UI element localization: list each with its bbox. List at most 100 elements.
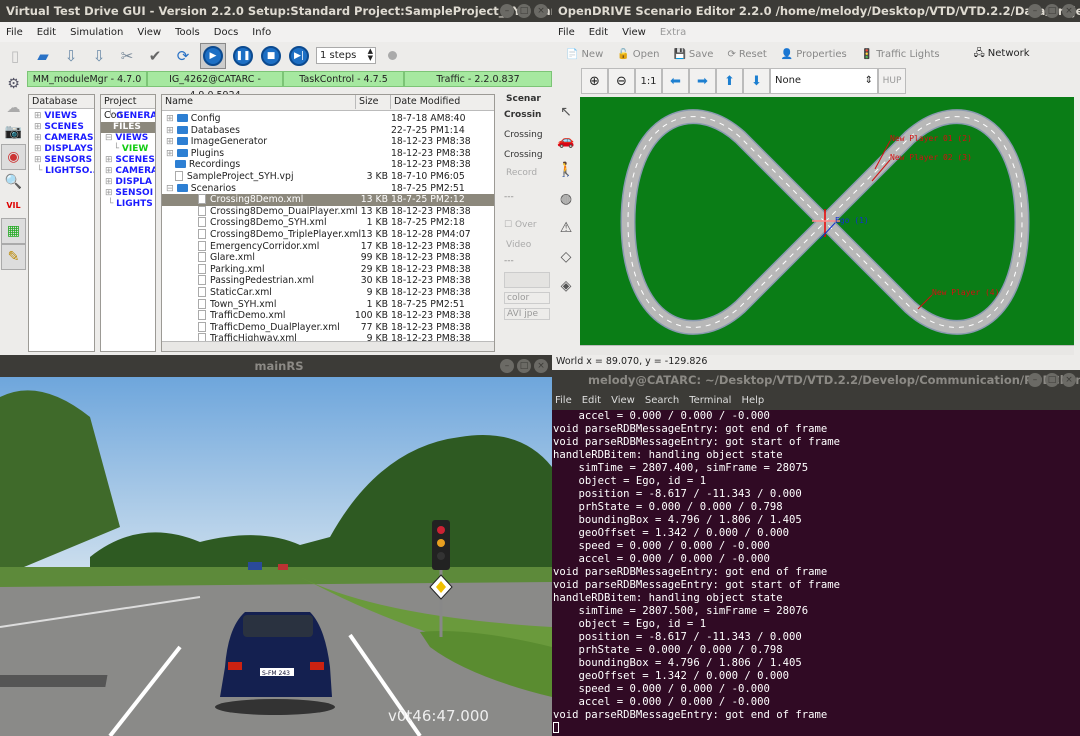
notes-icon[interactable]: ✎ (1, 244, 26, 270)
steps-spinbox[interactable]: 1 steps ▲ ▼ (316, 47, 376, 64)
player-label[interactable]: New Player 02 (3) (890, 153, 972, 162)
col-size[interactable]: Size (355, 95, 379, 109)
vtd-menu-docs[interactable]: Docs (214, 27, 239, 38)
terminal-menu-search[interactable]: Search (645, 395, 679, 406)
video-button[interactable] (504, 272, 550, 288)
player-label[interactable]: Ego (1) (835, 216, 869, 225)
file-row[interactable]: ⊞ Plugins 18-12-23 PM8:38 (162, 148, 494, 160)
pan-down-button[interactable]: ⬇ (743, 68, 770, 94)
toolbar-reset-button[interactable]: ⟳ Reset (727, 49, 766, 60)
terminal-menu-help[interactable]: Help (741, 395, 764, 406)
terminal-output[interactable]: accel = 0.000 / 0.000 / -0.000 void parse… (552, 410, 1080, 736)
pedestrian-tool-icon[interactable]: 🚶 (552, 156, 580, 185)
file-hscrollbar[interactable] (162, 341, 494, 351)
sensor-icon[interactable]: ◉ (1, 144, 26, 170)
project-item[interactable]: └ VIEW (105, 144, 155, 155)
file-row[interactable]: StaticCar.xml 9 KB 18-12-23 PM8:38 (162, 286, 494, 299)
database-item[interactable]: ⊞ SCENES (34, 122, 94, 133)
player-label[interactable]: New Player (4) (932, 288, 999, 297)
project-item[interactable]: FILES (101, 122, 155, 133)
editor-menu-view[interactable]: View (622, 27, 646, 38)
file-row[interactable]: Crossing8Demo_DualPlayer.xml 13 KB 18-12-2… (162, 205, 494, 218)
select-tool-icon[interactable]: ↖ (552, 98, 580, 127)
col-name[interactable]: Name (165, 95, 193, 109)
database-item[interactable]: └ LIGHTSO.. (34, 166, 94, 177)
terminal-menu-file[interactable]: File (555, 395, 572, 406)
toolbar-save-button[interactable]: 💾 Save (673, 49, 713, 60)
cloud-icon[interactable]: ☁ (1, 96, 26, 120)
refresh-icon[interactable]: ⟳ (172, 45, 194, 67)
file-row[interactable]: Glare.xml 99 KB 18-12-23 PM8:38 (162, 252, 494, 264)
maximize-button[interactable]: □ (1045, 4, 1059, 18)
stop-icon[interactable]: ■ (260, 45, 282, 67)
vil-icon[interactable]: VIL (1, 194, 26, 218)
file-row[interactable]: Crossing8Demo.xml 13 KB 18-7-25 PM2:12 (162, 194, 494, 206)
overwrite-checkbox[interactable]: ☐ Over (504, 220, 550, 230)
maximize-button[interactable]: □ (517, 359, 531, 373)
vtd-menu-view[interactable]: View (137, 27, 161, 38)
project-item[interactable]: └ GENERA (105, 111, 155, 122)
editor-menu-file[interactable]: File (558, 27, 575, 38)
file-row[interactable]: ⊞ ImageGenerator 18-12-23 PM8:38 (162, 136, 494, 148)
new-icon[interactable]: ▯ (4, 45, 26, 67)
file-row[interactable]: Crossing8Demo_TriplePlayer.xml 13 KB 18-12… (162, 228, 494, 241)
pause-icon[interactable]: ❚❚ (232, 45, 254, 67)
file-row[interactable]: SampleProject_SYH.vpj 3 KB 18-7-10 PM6:05 (162, 170, 494, 183)
maximize-button[interactable]: □ (517, 4, 531, 18)
color-field[interactable]: color (504, 292, 550, 304)
project-item[interactable]: └ LIGHTS (105, 199, 155, 210)
warning-tool-icon[interactable]: ⚠ (552, 214, 580, 243)
save-as-icon[interactable]: ⇩ (88, 45, 110, 67)
open-icon[interactable]: ▰ (32, 45, 54, 67)
col-date[interactable]: Date Modified (390, 95, 460, 109)
zoom-in-button[interactable]: ⊕ (581, 68, 608, 94)
file-row[interactable]: EmergencyCorridor.xml 17 KB 18-12-23 PM8:3… (162, 240, 494, 253)
minimize-button[interactable]: – (500, 4, 514, 18)
vtd-menu-info[interactable]: Info (252, 27, 271, 38)
codec-field[interactable]: AVI jpe (504, 308, 550, 320)
vtd-menu-file[interactable]: File (6, 27, 23, 38)
project-item[interactable]: ⊞ SENSOI (105, 188, 155, 199)
curve-tool-icon[interactable]: ◈ (552, 272, 580, 301)
minimize-button[interactable]: – (500, 359, 514, 373)
database-item[interactable]: ⊞ CAMERAS (34, 133, 94, 144)
editor-menu-edit[interactable]: Edit (589, 27, 608, 38)
play-icon[interactable]: ▶ (200, 42, 226, 69)
player-label[interactable]: New Player 01 (2) (890, 134, 972, 143)
project-item[interactable]: ⊞ SCENES (105, 155, 155, 166)
file-row[interactable]: TrafficDemo.xml 100 KB 18-12-23 PM8:38 (162, 310, 494, 322)
project-item[interactable]: ⊞ DISPLA (105, 177, 155, 188)
file-row[interactable]: Parking.xml 29 KB 18-12-23 PM8:38 (162, 263, 494, 276)
zoom-out-button[interactable]: ⊖ (608, 68, 635, 94)
file-row[interactable]: ⊟ Scenarios 18-7-25 PM2:51 (162, 183, 494, 195)
toolbar-network-button[interactable]: 🖧 Network (974, 46, 1030, 63)
save-icon[interactable]: ⇩ (60, 45, 82, 67)
fork-tool-icon[interactable]: ◇ (552, 243, 580, 272)
project-item[interactable]: ⊞ CAMERA (105, 166, 155, 177)
lights-icon[interactable]: ▦ (1, 218, 26, 244)
file-row[interactable]: Town_SYH.xml 1 KB 18-7-25 PM2:51 (162, 298, 494, 311)
editor-menu-extra[interactable]: Extra (660, 27, 686, 38)
car-tool-icon[interactable]: 🚗 (552, 127, 580, 156)
camera-icon[interactable]: 📷 (1, 120, 26, 144)
view-select[interactable]: None ⇕ (770, 68, 878, 94)
close-button[interactable]: × (1062, 4, 1076, 18)
file-row[interactable]: ⊞ Databases 22-7-25 PM1:14 (162, 125, 494, 137)
terminal-menu-view[interactable]: View (611, 395, 635, 406)
file-row[interactable]: TrafficDemo_DualPlayer.xml 77 KB 18-12-23 … (162, 321, 494, 334)
database-item[interactable]: ⊞ DISPLAYS (34, 144, 94, 155)
database-item[interactable]: ⊞ SENSORS (34, 155, 94, 166)
toolbar-new-button[interactable]: 📄 New (566, 49, 603, 60)
terminal-menu-terminal[interactable]: Terminal (689, 395, 731, 406)
file-row[interactable]: Recordings 18-12-23 PM8:38 (162, 159, 494, 171)
vtd-menu-edit[interactable]: Edit (37, 27, 56, 38)
gear-icon[interactable]: ⚙ (1, 72, 26, 96)
file-row[interactable]: PassingPedestrian.xml 30 KB 18-12-23 PM8:3… (162, 275, 494, 287)
hup-button[interactable]: HUP (878, 68, 906, 94)
globe-tool-icon[interactable]: ◍ (552, 185, 580, 214)
zoom-reset-button[interactable]: 1:1 (635, 68, 662, 94)
pan-left-button[interactable]: ⬅ (662, 68, 689, 94)
pan-up-button[interactable]: ⬆ (716, 68, 743, 94)
canvas-hscrollbar[interactable] (580, 345, 1074, 355)
close-button[interactable]: × (534, 4, 548, 18)
